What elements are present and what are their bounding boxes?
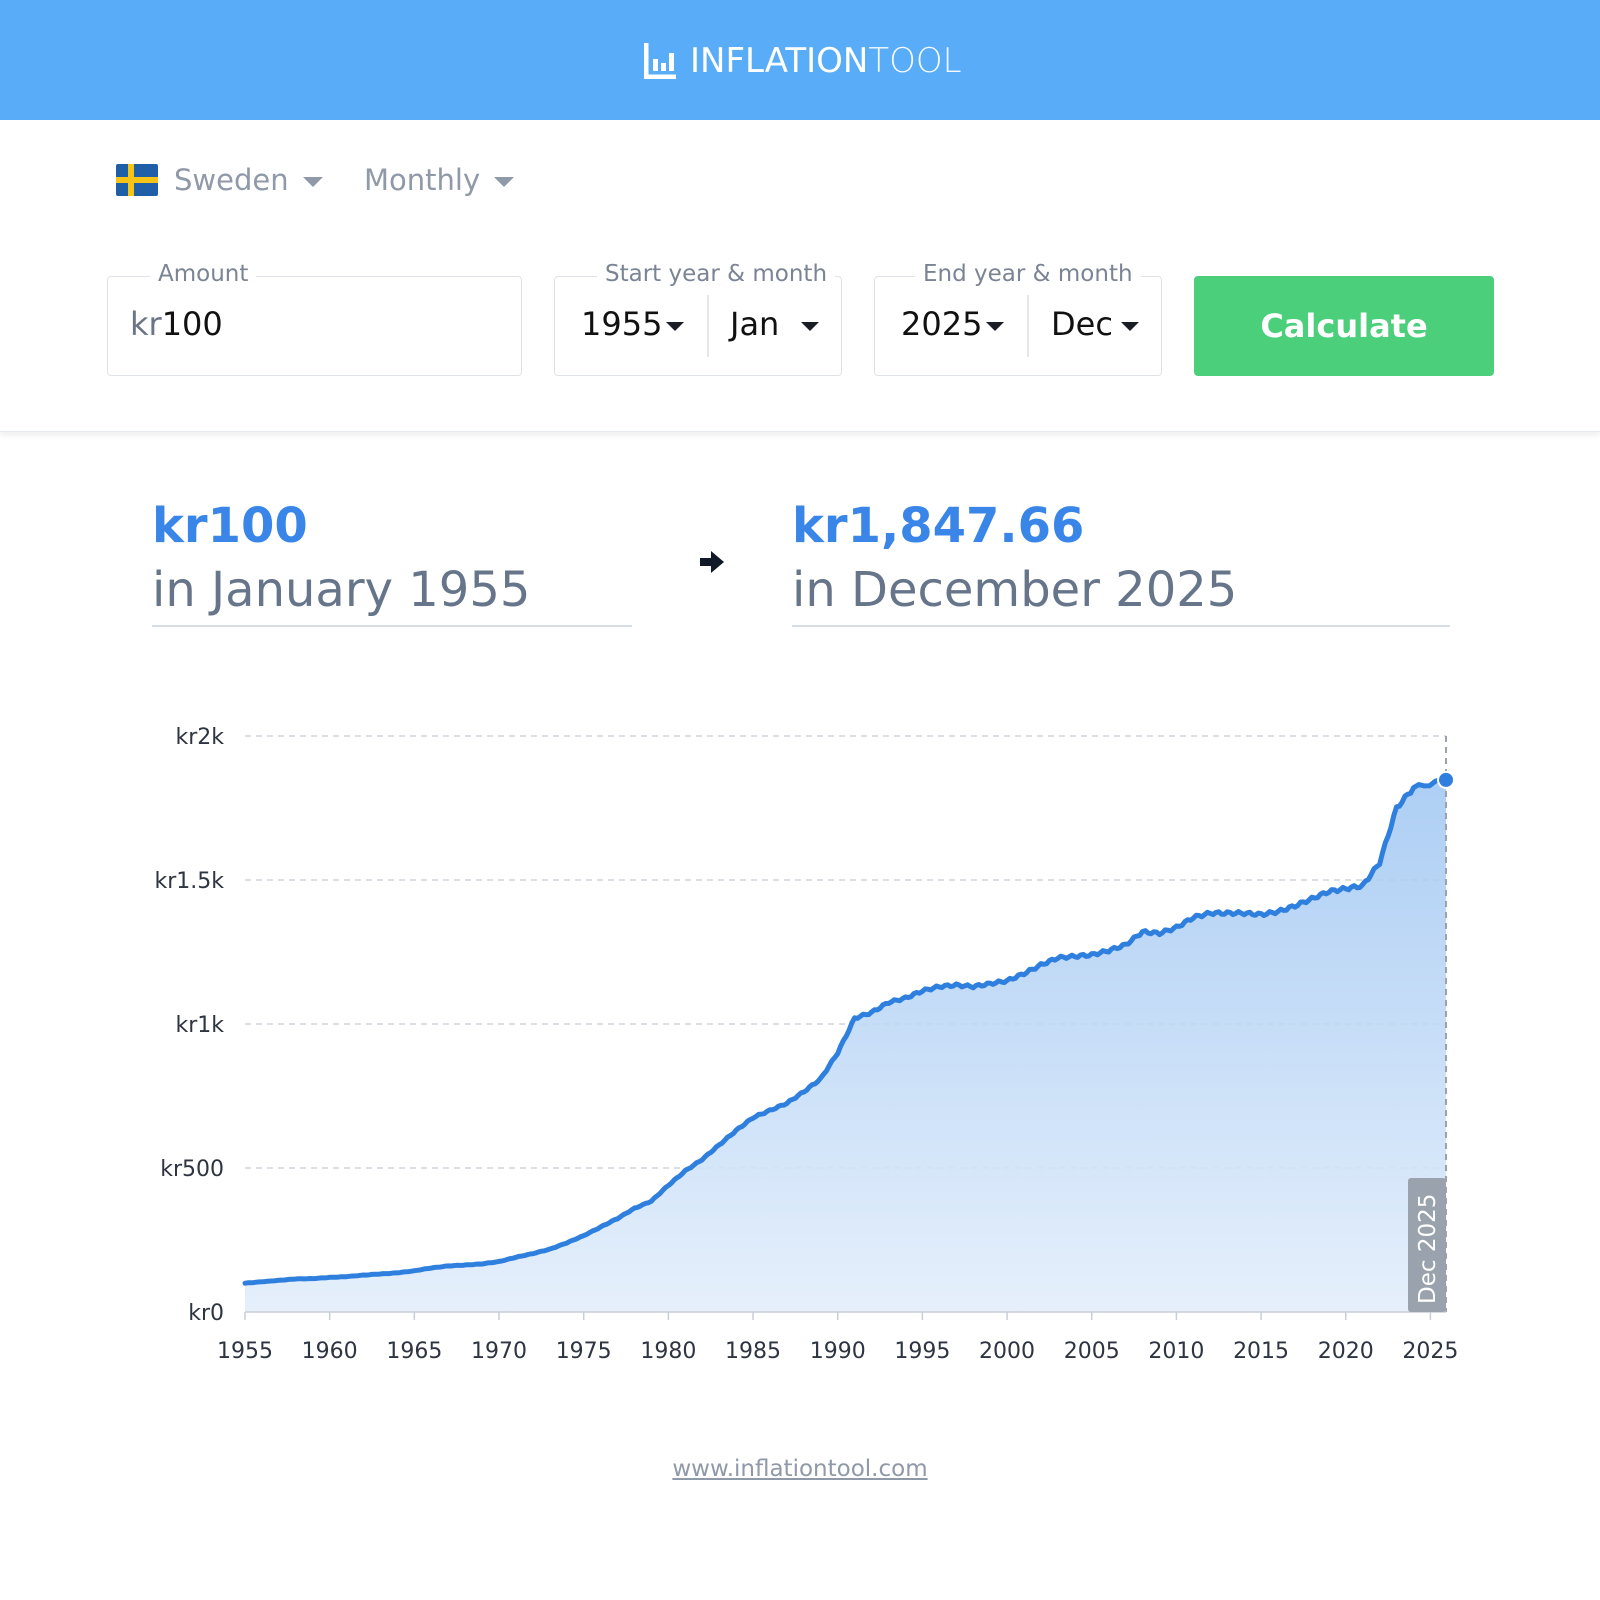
end-month-select[interactable]: Dec	[1051, 305, 1139, 343]
start-month-select[interactable]: Jan	[730, 305, 820, 343]
x-tick-label: 1970	[471, 1339, 527, 1364]
chevron-down-icon	[494, 177, 515, 187]
sweden-flag-icon	[116, 164, 158, 196]
result-to: kr1,847.66 in December 2025	[792, 498, 1237, 618]
to-underline	[792, 625, 1450, 627]
chevron-down-icon	[801, 321, 820, 331]
date-marker: Dec 2025	[1408, 1178, 1446, 1312]
y-axis: kr0 kr500 kr1k kr1.5k kr2k	[154, 725, 224, 1326]
arrow-right-icon	[700, 551, 724, 573]
to-date: in December 2025	[792, 562, 1238, 618]
x-tick-label: 2010	[1148, 1339, 1204, 1364]
divider	[1027, 295, 1029, 357]
end-year-select[interactable]: 2025	[901, 305, 1005, 343]
amount-field[interactable]: Amount kr100	[107, 261, 522, 376]
divider	[707, 295, 709, 357]
chevron-down-icon	[986, 321, 1005, 331]
x-tick-label: 2000	[979, 1339, 1035, 1364]
chevron-down-icon	[1120, 321, 1139, 331]
header-bar: INFLATIONTOOL	[0, 0, 1600, 120]
x-axis: 1955 1960 1965 1970 1975 1980 1985 1990 1995 2000…	[217, 1311, 1458, 1364]
from-date: in January 1955	[152, 562, 531, 618]
logo[interactable]: INFLATIONTOOL	[642, 40, 962, 82]
x-tick-label: 1965	[386, 1339, 442, 1364]
start-year-select[interactable]: 1955	[581, 305, 685, 343]
x-tick-label: 1975	[556, 1339, 612, 1364]
chevron-down-icon	[666, 321, 685, 331]
from-amount: kr100	[152, 498, 308, 554]
y-tick-label: kr500	[160, 1157, 224, 1182]
chart-area	[245, 779, 1446, 1312]
country-value: Sweden	[174, 163, 289, 197]
y-tick-label: kr2k	[175, 725, 224, 750]
bar-chart-icon	[644, 43, 676, 79]
x-tick-label: 2005	[1064, 1339, 1120, 1364]
frequency-select[interactable]: Monthly	[364, 163, 515, 197]
x-tick-label: 2025	[1402, 1339, 1458, 1364]
x-tick-label: 2015	[1233, 1339, 1289, 1364]
x-tick-label: 1995	[894, 1339, 950, 1364]
from-underline	[152, 625, 632, 627]
x-tick-label: 1990	[810, 1339, 866, 1364]
amount-input[interactable]: kr100	[130, 305, 223, 343]
calculate-button[interactable]: Calculate	[1194, 276, 1494, 376]
end-date-field: End year & month 2025 Dec	[874, 261, 1162, 376]
end-month-value: Dec	[1051, 305, 1113, 343]
to-amount: kr1,847.66	[792, 498, 1085, 554]
calculator-controls: Sweden Monthly Amount kr100 Start year &…	[0, 120, 1600, 432]
frequency-value: Monthly	[364, 163, 481, 197]
inflation-chart: kr0kr500kr1kkr1.5kkr2k 1955 1960 1965 1970 1…	[154, 725, 1458, 1364]
y-tick-label: kr1.5k	[154, 869, 224, 894]
country-select[interactable]: Sweden	[116, 163, 323, 197]
x-tick-label: 2020	[1318, 1339, 1374, 1364]
date-marker-label: Dec 2025	[1415, 1194, 1441, 1304]
x-tick-label: 1960	[302, 1339, 358, 1364]
logo-text-secondary: TOOL	[868, 41, 962, 81]
logo-text-primary: INFLATION	[690, 41, 869, 81]
logo-text: INFLATIONTOOL	[690, 41, 962, 81]
chevron-down-icon	[302, 177, 323, 187]
currency-symbol: kr	[130, 305, 162, 343]
amount-legend: Amount	[150, 261, 257, 287]
start-month-value: Jan	[730, 305, 780, 343]
x-tick-label: 1980	[640, 1339, 696, 1364]
end-legend: End year & month	[915, 261, 1141, 287]
footer-link[interactable]: www.inflationtool.com	[0, 1456, 1600, 1482]
x-tick-label: 1985	[725, 1339, 781, 1364]
result-from: kr100 in January 1955	[152, 498, 530, 618]
start-legend: Start year & month	[597, 261, 836, 287]
end-year-value: 2025	[901, 305, 983, 343]
y-tick-label: kr0	[188, 1301, 224, 1326]
y-tick-label: kr1k	[175, 1013, 224, 1038]
start-year-value: 1955	[581, 305, 663, 343]
chart-end-point[interactable]	[1437, 770, 1455, 789]
x-tick-label: 1955	[217, 1339, 273, 1364]
start-date-field: Start year & month 1955 Jan	[554, 261, 842, 376]
amount-value: 100	[161, 305, 223, 343]
